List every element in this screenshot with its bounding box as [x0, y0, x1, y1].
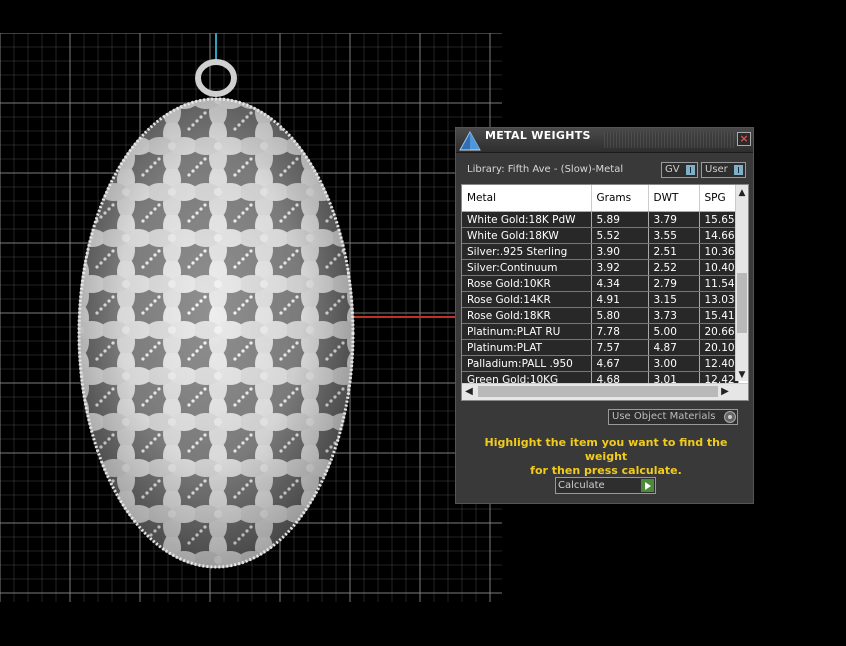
cell-metal: Rose Gold:10KR — [462, 275, 592, 292]
cell-spg: 11.54 — [699, 275, 739, 292]
cell-dwt: 2.52 — [648, 259, 700, 276]
library-label: Library: Fifth Ave - (Slow)-Metal — [467, 164, 624, 175]
column-header-grams[interactable]: Grams — [591, 185, 649, 212]
cell-spg: 14.66 — [699, 227, 739, 244]
gv-toggle-label: GV — [665, 164, 680, 175]
column-header-spg[interactable]: SPG — [699, 185, 739, 212]
cell-dwt: 3.15 — [648, 291, 700, 308]
cell-metal: Rose Gold:18KR — [462, 307, 592, 324]
cell-metal: Silver:.925 Sterling — [462, 243, 592, 260]
instruction-line-1: Highlight the item you want to find the … — [484, 436, 728, 463]
cell-metal: Palladium:PALL .950 — [462, 355, 592, 372]
cell-dwt: 3.55 — [648, 227, 700, 244]
cell-spg: 10.36 — [699, 243, 739, 260]
egg-pendant-model[interactable] — [0, 33, 502, 602]
table-header-row: Metal Grams DWT SPG — [462, 185, 739, 212]
vertical-scrollbar[interactable]: ▲ ▼ — [735, 185, 748, 381]
cell-grams: 4.91 — [591, 291, 649, 308]
cell-grams: 5.52 — [591, 227, 649, 244]
cell-spg: 12.40 — [699, 355, 739, 372]
cell-metal: Rose Gold:14KR — [462, 291, 592, 308]
cell-spg: 13.03 — [699, 291, 739, 308]
table-row[interactable]: White Gold:18K PdW 5.89 3.79 15.65 — [462, 211, 739, 228]
cell-dwt: 3.79 — [648, 211, 700, 228]
calculate-label: Calculate — [558, 480, 605, 491]
cell-spg: 10.40 — [699, 259, 739, 276]
cell-spg: 15.65 — [699, 211, 739, 228]
use-object-materials-option[interactable]: Use Object Materials — [608, 409, 738, 425]
close-icon[interactable]: × — [737, 132, 751, 146]
user-toggle-label: User — [705, 164, 728, 175]
cell-grams: 3.92 — [591, 259, 649, 276]
instruction-line-2: for then press calculate. — [530, 464, 682, 477]
cell-metal: White Gold:18KW — [462, 227, 592, 244]
cell-dwt: 3.73 — [648, 307, 700, 324]
table-row[interactable]: Silver:.925 Sterling 3.90 2.51 10.36 — [462, 243, 739, 260]
cell-spg: 20.66 — [699, 323, 739, 340]
horizontal-scroll-thumb[interactable] — [478, 386, 718, 397]
cell-dwt: 5.00 — [648, 323, 700, 340]
instruction-text: Highlight the item you want to find the … — [466, 436, 746, 478]
toggle-switch-icon — [734, 165, 743, 175]
horizontal-scrollbar[interactable]: ◀ ▶ — [462, 383, 748, 400]
column-header-dwt[interactable]: DWT — [648, 185, 700, 212]
table-row[interactable]: White Gold:18KW 5.52 3.55 14.66 — [462, 227, 739, 244]
calculate-button[interactable]: Calculate — [555, 477, 656, 494]
cell-dwt: 3.00 — [648, 355, 700, 372]
metal-weights-table: Metal Grams DWT SPG White Gold:18K PdW 5.… — [462, 185, 739, 388]
metal-weights-panel: METAL WEIGHTS × Library: Fifth Ave - (Sl… — [455, 127, 754, 504]
panel-title-bar[interactable]: METAL WEIGHTS × — [456, 128, 753, 153]
cell-grams: 7.57 — [591, 339, 649, 356]
table-row[interactable]: Platinum:PLAT RU 7.78 5.00 20.66 — [462, 323, 739, 340]
scroll-down-icon[interactable]: ▼ — [736, 369, 748, 381]
cell-dwt: 2.51 — [648, 243, 700, 260]
cell-metal: Platinum:PLAT RU — [462, 323, 592, 340]
gv-toggle[interactable]: GV — [661, 162, 698, 178]
cell-grams: 5.89 — [591, 211, 649, 228]
user-toggle[interactable]: User — [701, 162, 746, 178]
use-object-materials-label: Use Object Materials — [612, 411, 716, 422]
cell-spg: 15.41 — [699, 307, 739, 324]
cell-spg: 20.10 — [699, 339, 739, 356]
cell-grams: 7.78 — [591, 323, 649, 340]
table-row[interactable]: Platinum:PLAT 7.57 4.87 20.10 — [462, 339, 739, 356]
cell-grams: 4.67 — [591, 355, 649, 372]
title-bar-grip — [604, 132, 734, 148]
cell-grams: 3.90 — [591, 243, 649, 260]
table-row[interactable]: Rose Gold:18KR 5.80 3.73 15.41 — [462, 307, 739, 324]
3d-viewport[interactable] — [0, 33, 502, 602]
pyramid-logo-icon — [459, 130, 481, 151]
scroll-right-icon[interactable]: ▶ — [718, 384, 732, 400]
table-row[interactable]: Rose Gold:14KR 4.91 3.15 13.03 — [462, 291, 739, 308]
column-header-metal[interactable]: Metal — [462, 185, 592, 212]
cell-dwt: 4.87 — [648, 339, 700, 356]
table-row[interactable]: Silver:Continuum 3.92 2.52 10.40 — [462, 259, 739, 276]
scroll-left-icon[interactable]: ◀ — [462, 384, 476, 400]
scroll-up-icon[interactable]: ▲ — [736, 187, 748, 199]
radio-icon[interactable] — [724, 411, 736, 423]
play-icon[interactable] — [641, 479, 654, 492]
panel-title: METAL WEIGHTS — [485, 129, 591, 142]
cell-metal: White Gold:18K PdW — [462, 211, 592, 228]
cell-grams: 5.80 — [591, 307, 649, 324]
table-row[interactable]: Palladium:PALL .950 4.67 3.00 12.40 — [462, 355, 739, 372]
metal-table-container: Metal Grams DWT SPG White Gold:18K PdW 5.… — [461, 184, 749, 401]
cell-metal: Silver:Continuum — [462, 259, 592, 276]
vertical-scroll-thumb[interactable] — [737, 273, 747, 333]
table-row[interactable]: Rose Gold:10KR 4.34 2.79 11.54 — [462, 275, 739, 292]
cell-dwt: 2.79 — [648, 275, 700, 292]
cell-metal: Platinum:PLAT — [462, 339, 592, 356]
cell-grams: 4.34 — [591, 275, 649, 292]
toggle-switch-icon — [686, 165, 695, 175]
